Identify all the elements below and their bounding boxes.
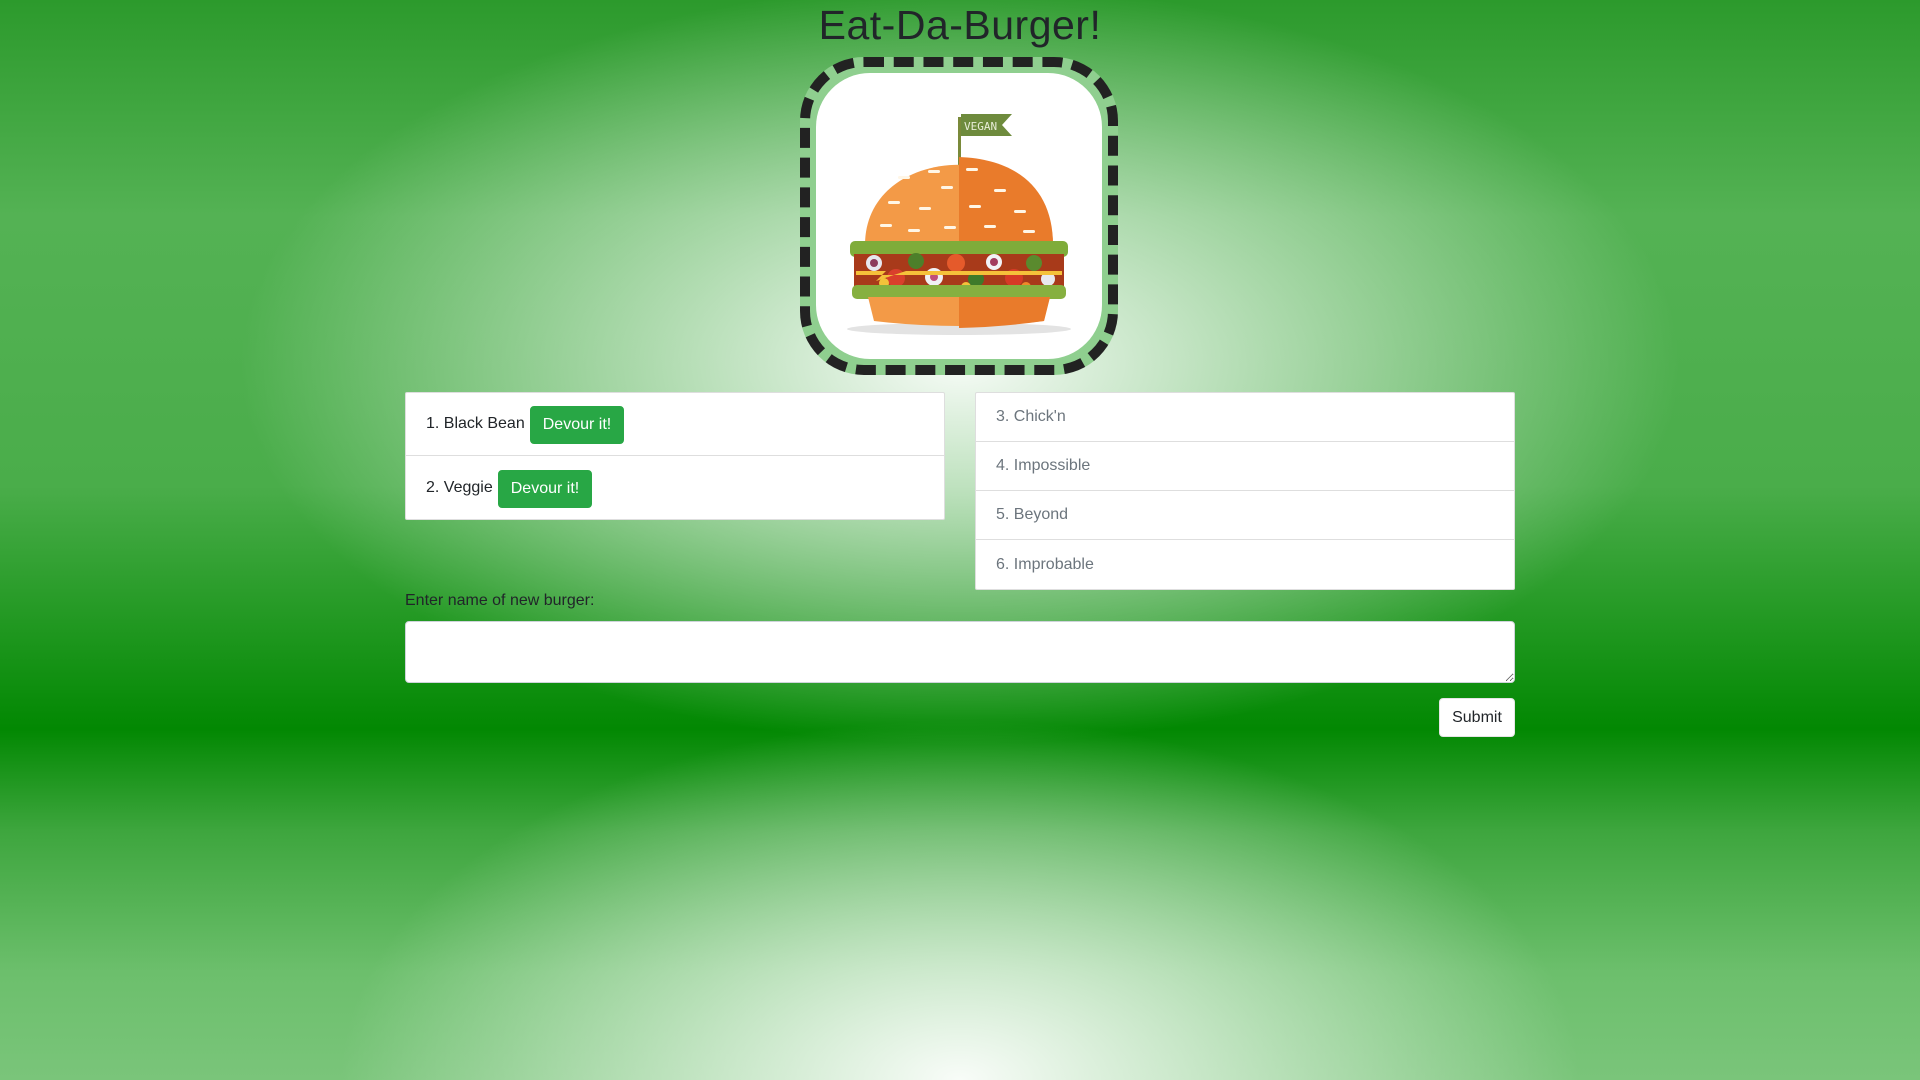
uneaten-burger-list: 1. Black Bean Devour it! 2. Veggie Devou… bbox=[405, 392, 945, 520]
list-item: 5. Beyond bbox=[976, 491, 1514, 540]
burger-name: 2. Veggie bbox=[426, 478, 493, 496]
list-item: 2. Veggie Devour it! bbox=[406, 456, 944, 519]
burger-name: 1. Black Bean bbox=[426, 415, 525, 432]
devoured-burger-name: 5. Beyond bbox=[996, 506, 1069, 523]
vegan-burger-icon: VEGAN bbox=[847, 114, 1071, 335]
submit-button[interactable]: Submit bbox=[1439, 698, 1515, 737]
new-burger-input[interactable] bbox=[405, 621, 1515, 683]
new-burger-label: Enter name of new burger: bbox=[405, 592, 595, 609]
devour-button[interactable]: Devour it! bbox=[497, 469, 593, 508]
devoured-burger-name: 6. Improbable bbox=[996, 555, 1094, 573]
logo-frame: VEGAN bbox=[800, 57, 1118, 375]
list-item: 1. Black Bean Devour it! bbox=[406, 393, 944, 456]
list-item: 6. Improbable bbox=[976, 540, 1514, 589]
page-title: Eat-Da-Burger! bbox=[818, 2, 1102, 48]
logo-card: VEGAN bbox=[816, 73, 1102, 359]
list-item: 3. Chick'n bbox=[976, 393, 1514, 442]
list-item: 4. Impossible bbox=[976, 442, 1514, 491]
devoured-burger-list: 3. Chick'n 4. Impossible 5. Beyond 6. Im… bbox=[975, 392, 1515, 590]
devoured-burger-name: 3. Chick'n bbox=[996, 408, 1066, 425]
vegan-flag-text: VEGAN bbox=[964, 120, 997, 133]
devoured-burger-name: 4. Impossible bbox=[996, 457, 1091, 474]
devour-button[interactable]: Devour it! bbox=[529, 406, 625, 444]
